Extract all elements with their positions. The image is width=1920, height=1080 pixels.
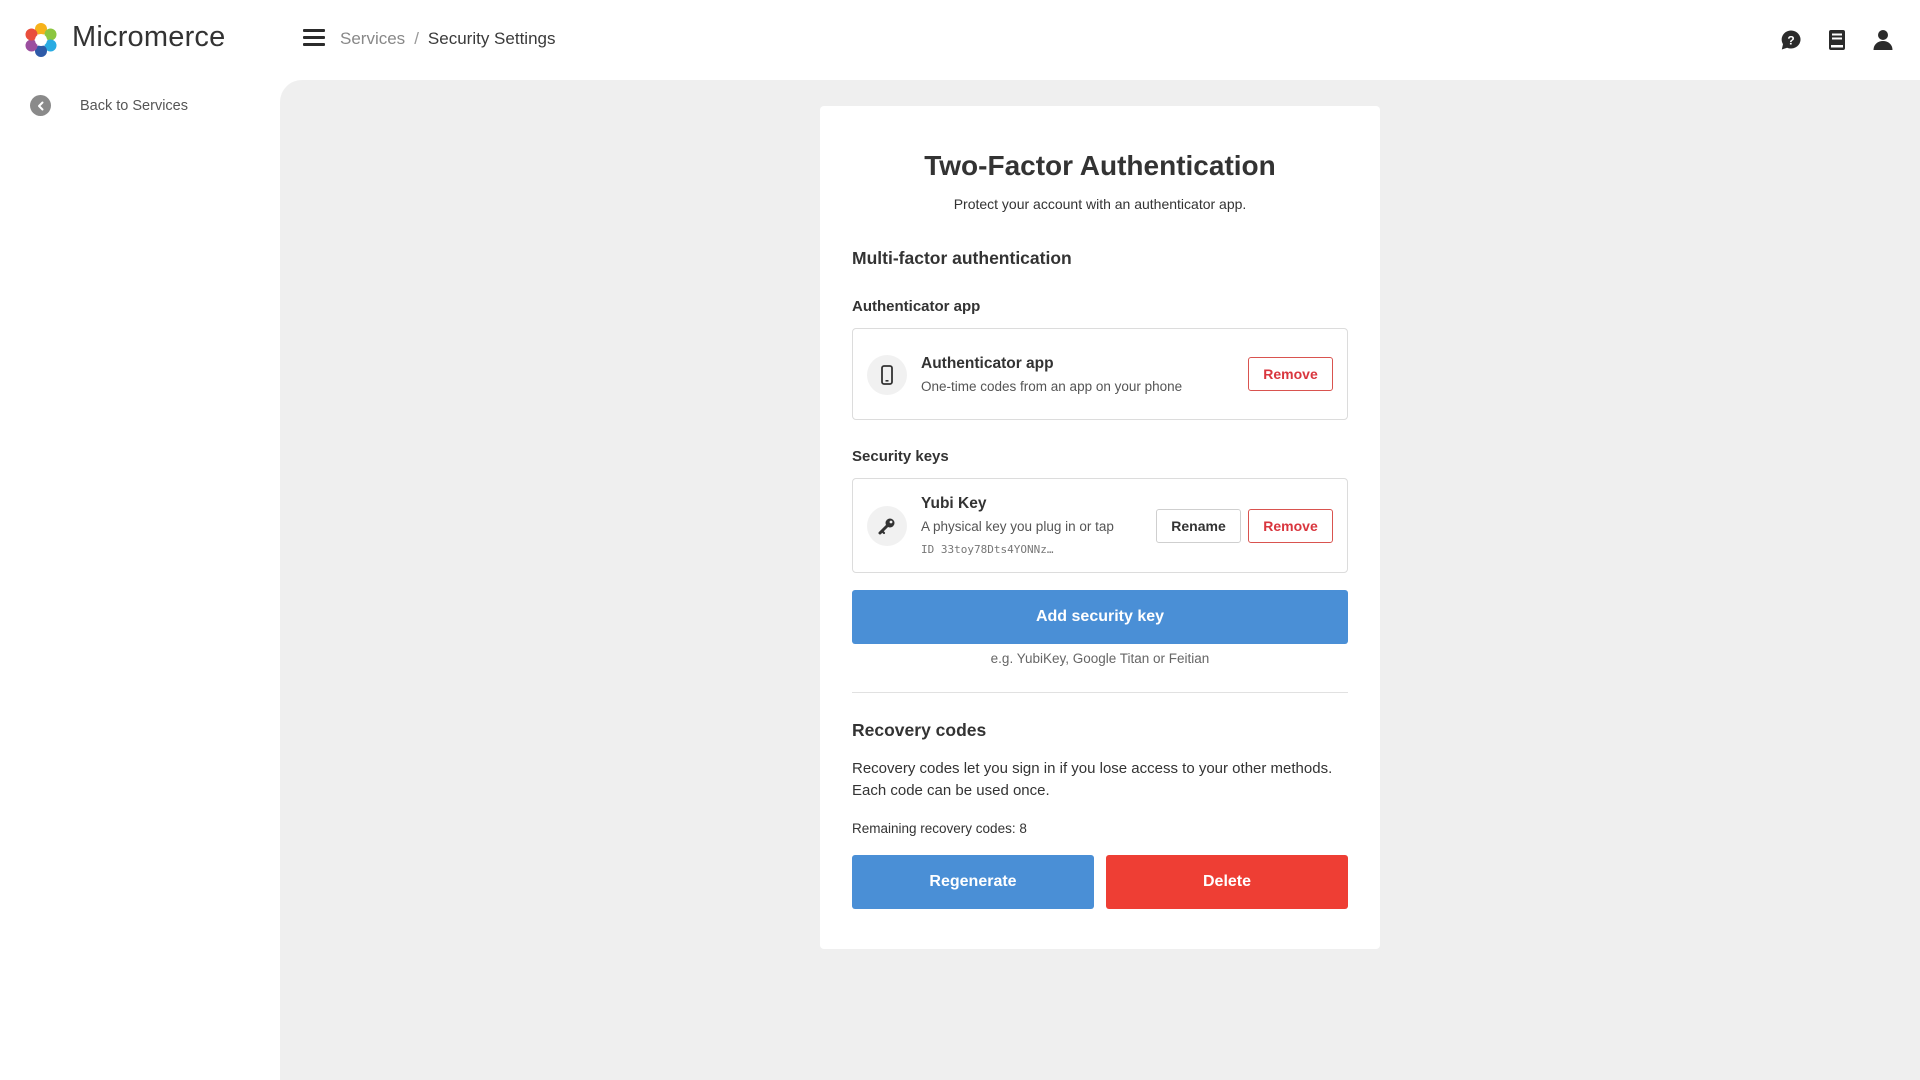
regenerate-codes-button[interactable]: Regenerate <box>852 855 1094 909</box>
remove-authenticator-button[interactable]: Remove <box>1248 357 1333 391</box>
recovery-codes-title: Recovery codes <box>852 720 987 740</box>
back-to-services-label: Back to Services <box>80 97 188 114</box>
back-to-services-link[interactable]: Back to Services <box>30 95 188 116</box>
hamburger-bar <box>303 36 325 39</box>
hamburger-bar <box>303 43 325 46</box>
breadcrumb-current: Security Settings <box>427 29 556 48</box>
documentation-button[interactable] <box>1824 26 1850 54</box>
security-key-id: ID 33toy78Dts4YONNz… <box>921 543 1054 556</box>
authenticator-section-label: Authenticator app <box>852 298 981 315</box>
breadcrumb-services-link[interactable]: Services <box>340 29 405 49</box>
book-icon <box>1829 30 1845 50</box>
svg-text:?: ? <box>1787 34 1794 48</box>
top-header: Micromerce Services / Security Settings … <box>0 0 1920 80</box>
chevron-left-icon <box>30 95 51 116</box>
micromerce-logo-icon[interactable] <box>21 20 61 60</box>
remaining-recovery-codes: Remaining recovery codes: 8 <box>852 821 1027 836</box>
breadcrumb: Services / Security Settings <box>340 29 555 49</box>
add-security-key-button[interactable]: Add security key <box>852 590 1348 644</box>
user-icon <box>1873 30 1893 50</box>
authenticator-app-name: Authenticator app <box>921 355 1054 372</box>
delete-codes-button[interactable]: Delete <box>1106 855 1348 909</box>
sidebar: Back to Services <box>0 80 280 1080</box>
security-key-hint: e.g. YubiKey, Google Titan or Feitian <box>990 651 1210 666</box>
authenticator-app-description: One-time codes from an app on your phone <box>921 379 1183 394</box>
help-chat-icon: ? <box>1781 30 1801 50</box>
breadcrumb-separator: / <box>414 29 419 48</box>
remove-security-key-button[interactable]: Remove <box>1248 509 1333 543</box>
key-icon <box>867 506 907 546</box>
security-keys-section-label: Security keys <box>852 448 949 465</box>
header-actions: ? <box>1778 26 1896 54</box>
user-account-button[interactable] <box>1870 26 1896 54</box>
page-subtitle: Protect your account with an authenticat… <box>953 196 1247 212</box>
security-key-row: Yubi Key A physical key you plug in or t… <box>852 478 1348 573</box>
security-key-description: A physical key you plug in or tap <box>921 519 1114 534</box>
two-factor-card: Two-Factor Authentication Protect your a… <box>820 106 1380 949</box>
section-divider <box>852 692 1348 693</box>
recovery-codes-description: Recovery codes let you sign in if you lo… <box>852 760 1333 799</box>
authenticator-app-row: Authenticator app One-time codes from an… <box>852 328 1348 420</box>
brand-name[interactable]: Micromerce <box>72 21 225 54</box>
security-key-name: Yubi Key <box>921 495 987 512</box>
rename-security-key-button[interactable]: Rename <box>1156 509 1241 543</box>
main-content: Two-Factor Authentication Protect your a… <box>280 80 1920 1080</box>
hamburger-bar <box>303 29 325 32</box>
smartphone-icon <box>867 355 907 395</box>
menu-toggle-button[interactable] <box>300 26 328 54</box>
page-title: Two-Factor Authentication <box>924 150 1276 181</box>
help-chat-button[interactable]: ? <box>1778 26 1804 54</box>
mfa-section-title: Multi-factor authentication <box>852 248 1072 268</box>
